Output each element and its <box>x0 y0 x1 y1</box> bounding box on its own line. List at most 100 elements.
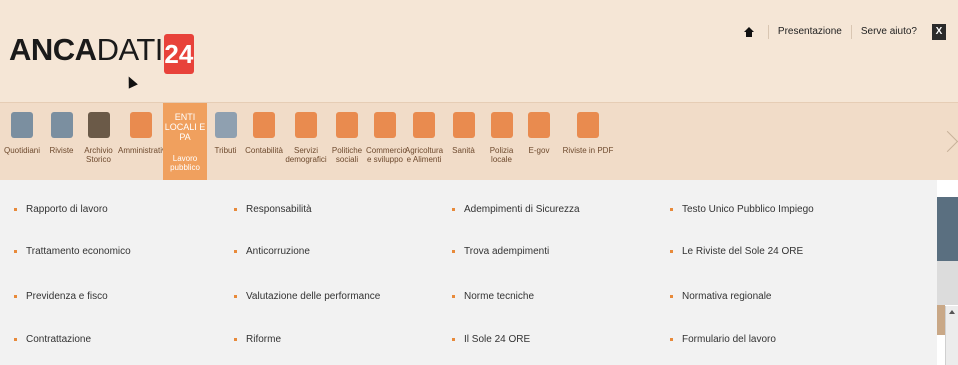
bullet-icon <box>452 337 455 341</box>
nav-item-label-line2: Storico <box>86 155 111 164</box>
nav-item-label: Lavoro pubblico <box>163 154 207 172</box>
bullet-icon <box>234 337 237 341</box>
menu-link-label: Anticorruzione <box>246 245 310 257</box>
bullet-icon <box>670 337 673 341</box>
tax-icon <box>214 112 237 138</box>
background-blue-block <box>937 197 958 261</box>
section-navbar: Quotidiani Riviste Archivio Storico Amminist… <box>0 102 958 181</box>
nav-item-contabilit-[interactable]: Contabilità <box>244 103 284 181</box>
menu-link[interactable]: Responsabilità <box>234 201 312 217</box>
nav-item-riviste-in-pdf[interactable]: Riviste in PDF <box>558 103 618 181</box>
nav-item-label-line1: Polizia <box>489 146 514 155</box>
menu-link[interactable]: Le Riviste del Sole 24 ORE <box>670 243 803 259</box>
scrollbar-up-icon[interactable] <box>945 306 958 365</box>
menu-link[interactable]: Valutazione delle performance <box>234 288 380 304</box>
menu-link-label: Le Riviste del Sole 24 ORE <box>682 245 804 257</box>
nav-item-label-line1: Archivio <box>84 146 113 155</box>
ancadati24-logo[interactable]: ANCA DATI 24 <box>9 20 194 80</box>
menu-link[interactable]: Trattamento economico <box>14 243 131 259</box>
nav-item-archivio-storico[interactable]: Archivio Storico <box>79 103 118 181</box>
menu-link-label: Riforme <box>246 333 282 345</box>
nav-item-label-line1: Sanità <box>452 146 475 155</box>
nav-item-label: Politiche sociali <box>328 146 366 164</box>
menu-link-label: Testo Unico Pubblico Impiego <box>682 203 814 215</box>
menu-link[interactable]: Il Sole 24 ORE <box>452 331 530 347</box>
bullet-icon <box>14 294 17 298</box>
menu-link[interactable]: Adempimenti di Sicurezza <box>452 201 580 217</box>
nav-item-politiche-sociali[interactable]: Politiche sociali <box>328 103 366 181</box>
nav-item-label: Tributi <box>207 146 244 155</box>
menu-link[interactable]: Contrattazione <box>14 331 91 347</box>
nav-item-commercio-e-sviluppo[interactable]: Commercio e sviluppo <box>366 103 407 181</box>
nav-item-label-line2: pubblico <box>170 163 200 172</box>
nav-item-polizia-locale[interactable]: Polizia locale <box>483 103 520 181</box>
menu-link-label: Formulario del lavoro <box>682 333 776 345</box>
menu-link-label: Normativa regionale <box>682 290 772 302</box>
background-gray-block <box>937 261 958 305</box>
background-tan-block <box>937 305 945 335</box>
nav-item-label: Riviste <box>44 146 79 155</box>
logo-text-anca: ANCA <box>9 32 97 67</box>
nav-item-label-line1: Amministrativo <box>118 146 171 155</box>
nav-item-agricoltura-e-alimenti[interactable]: Agricoltura e Alimenti <box>404 103 444 181</box>
bullet-icon <box>14 249 17 253</box>
menu-link-label: Contrattazione <box>26 333 92 345</box>
menu-link[interactable]: Formulario del lavoro <box>670 331 776 347</box>
bullet-icon <box>452 294 455 298</box>
nav-item-label-line1: Quotidiani <box>3 146 41 155</box>
nav-item-label: Sanità <box>444 146 483 155</box>
nav-item-label: Riviste in PDF <box>558 146 618 155</box>
top-links: Presentazione Serve aiuto? X <box>743 24 946 40</box>
nav-item-label-line1: Agricoltura <box>404 146 444 155</box>
nav-item-label-line1: Commercio <box>366 146 407 155</box>
menu-link-label: Adempimenti di Sicurezza <box>464 203 580 215</box>
nav-group-label: ENTI LOCALI E PA <box>164 112 206 142</box>
archive-24-icon <box>87 112 110 138</box>
calculator-icon <box>253 112 275 138</box>
menu-link-label: Rapporto di lavoro <box>26 203 108 215</box>
nav-item-e-gov[interactable]: E-gov <box>520 103 558 181</box>
header: ANCA DATI 24 Presentazione Serve aiuto? … <box>0 0 958 102</box>
nav-item-lavoro-pubblico[interactable]: ENTI LOCALI E PA Lavoro pubblico <box>163 103 207 181</box>
nav-item-label-line2: demografici <box>285 155 327 164</box>
nav-item-label: Commercio e sviluppo <box>366 146 407 164</box>
menu-link[interactable]: Trova adempimenti <box>452 243 549 259</box>
menu-link[interactable]: Testo Unico Pubblico Impiego <box>670 201 814 217</box>
home-icon[interactable] <box>743 27 754 37</box>
bullet-icon <box>14 337 17 341</box>
nav-item-label-line1: Lavoro <box>172 154 198 163</box>
nav-item-servizi-demografici[interactable]: Servizi demografici <box>284 103 328 181</box>
nav-item-tributi[interactable]: Tributi <box>207 103 244 181</box>
nav-item-quotidiani[interactable]: Quotidiani <box>0 103 44 181</box>
menu-link-label: Il Sole 24 ORE <box>464 333 531 345</box>
menu-link[interactable]: Previdenza e fisco <box>14 288 108 304</box>
serve-aiuto-link[interactable]: Serve aiuto? <box>850 25 926 39</box>
nav-item-amministrativo[interactable]: Amministrativo <box>118 103 171 181</box>
presentazione-link[interactable]: Presentazione <box>767 25 851 39</box>
leaf-icon <box>413 112 435 138</box>
menu-link[interactable]: Rapporto di lavoro <box>14 201 108 217</box>
chevron-right-icon[interactable] <box>940 130 950 158</box>
nav-item-label: E-gov <box>520 146 558 155</box>
nav-item-label-line1: Contabilità <box>245 146 283 155</box>
menu-link-label: Previdenza e fisco <box>26 290 108 302</box>
menu-link[interactable]: Anticorruzione <box>234 243 310 259</box>
close-icon[interactable]: X <box>932 24 946 40</box>
menu-link-label: Norme tecniche <box>464 290 535 302</box>
menu-link-label: Valutazione delle performance <box>246 290 381 302</box>
police-icon <box>490 112 513 138</box>
menu-link[interactable]: Norme tecniche <box>452 288 534 304</box>
logo-24-badge: 24 <box>163 34 194 74</box>
bullet-icon <box>452 207 455 211</box>
menu-link[interactable]: Normativa regionale <box>670 288 772 304</box>
bullet-icon <box>452 249 455 253</box>
group-icon <box>336 112 358 138</box>
nav-item-sanit-[interactable]: Sanità <box>444 103 483 181</box>
nav-item-label: Quotidiani <box>0 146 44 155</box>
newspaper-icon <box>11 112 33 138</box>
bullet-icon <box>234 207 237 211</box>
nav-item-label-line1: Servizi <box>293 146 318 155</box>
nav-item-riviste[interactable]: Riviste <box>44 103 79 181</box>
nav-item-label-line1: Riviste in PDF <box>562 146 614 155</box>
menu-link[interactable]: Riforme <box>234 331 281 347</box>
